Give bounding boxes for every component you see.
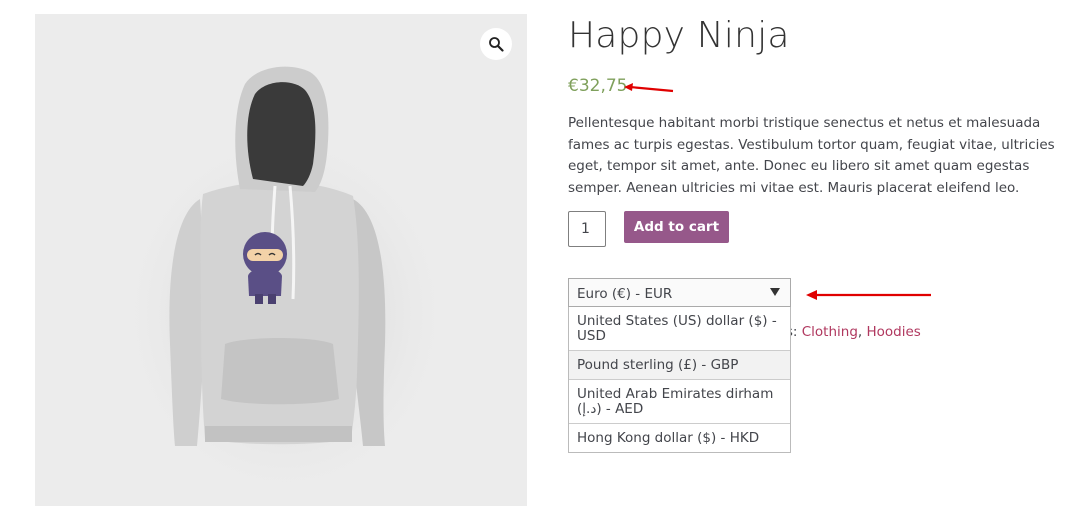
zoom-button[interactable] bbox=[480, 28, 512, 60]
product-title: Happy Ninja bbox=[568, 15, 790, 56]
product-image-gallery bbox=[35, 14, 527, 506]
currency-option[interactable]: Hong Kong dollar ($) - HKD bbox=[569, 423, 790, 452]
magnifier-icon bbox=[489, 37, 504, 52]
annotation-arrow-price bbox=[624, 83, 674, 93]
product-image[interactable] bbox=[35, 14, 527, 506]
currency-options-list: United States (US) dollar ($) - USD Poun… bbox=[568, 307, 791, 453]
product-price: €32,75 bbox=[568, 76, 628, 96]
quantity-input[interactable] bbox=[568, 211, 606, 247]
annotation-arrow-currency bbox=[806, 290, 931, 300]
currency-selected-value: Euro (€) - EUR bbox=[577, 286, 673, 302]
product-description: Pellentesque habitant morbi tristique se… bbox=[568, 115, 1055, 196]
category-link-clothing[interactable]: Clothing bbox=[802, 324, 858, 340]
category-separator: , bbox=[857, 324, 867, 340]
currency-option[interactable]: United Arab Emirates dirham (د.إ) - AED bbox=[569, 379, 790, 423]
category-link-hoodies[interactable]: Hoodies bbox=[867, 324, 921, 340]
currency-select[interactable]: Euro (€) - EUR bbox=[568, 278, 791, 307]
currency-option[interactable]: United States (US) dollar ($) - USD bbox=[569, 307, 790, 350]
currency-option[interactable]: Pound sterling (£) - GBP bbox=[569, 350, 790, 379]
dropdown-caret-icon bbox=[770, 288, 780, 296]
add-to-cart-button[interactable]: Add to cart bbox=[624, 211, 729, 243]
